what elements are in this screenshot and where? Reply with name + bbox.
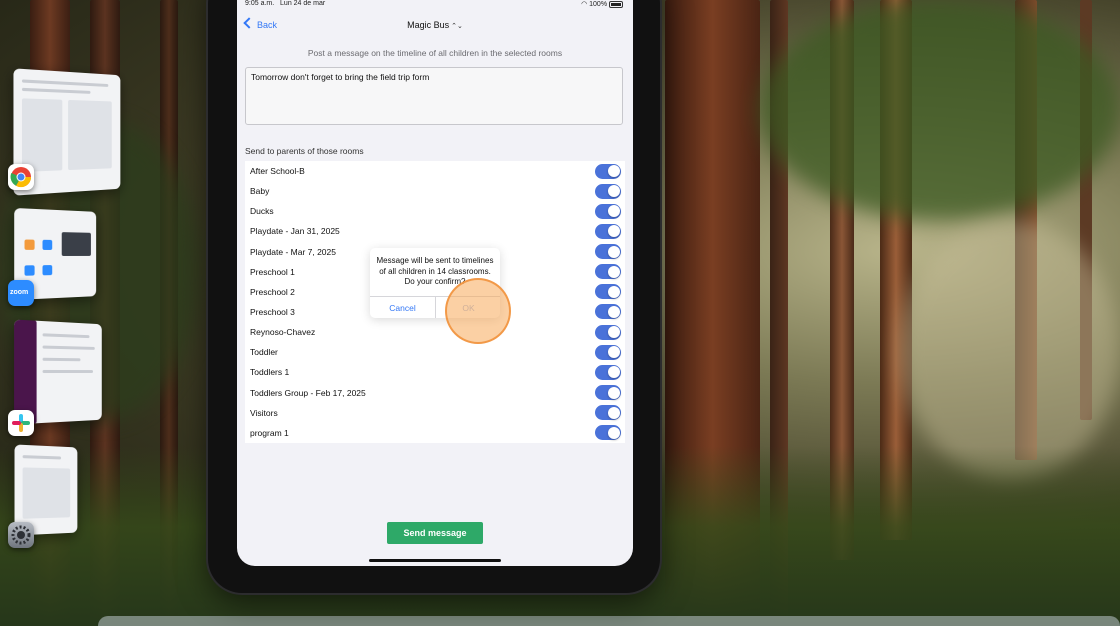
- room-toggle[interactable]: [595, 244, 621, 260]
- dock: [98, 616, 1120, 626]
- list-item: Visitors: [245, 403, 625, 423]
- list-item: program 1: [245, 423, 625, 443]
- cancel-button[interactable]: Cancel: [370, 296, 435, 318]
- zoom-icon[interactable]: zoom: [8, 280, 34, 306]
- room-label: Playdate - Jan 31, 2025: [250, 226, 340, 237]
- list-item: Baby: [245, 181, 625, 201]
- wifi-icon: ◠: [581, 1, 588, 8]
- message-textarea[interactable]: Tomorrow don't forget to bring the field…: [245, 67, 623, 125]
- list-item: Reynoso-Chavez: [245, 322, 625, 342]
- room-toggle[interactable]: [595, 425, 621, 441]
- room-toggle[interactable]: [595, 163, 621, 179]
- room-label: Playdate - Mar 7, 2025: [250, 246, 336, 257]
- stage-window-slack[interactable]: [14, 319, 102, 425]
- battery-icon: [609, 0, 623, 8]
- slack-icon[interactable]: [8, 410, 34, 436]
- room-toggle[interactable]: [595, 344, 621, 360]
- settings-icon[interactable]: [8, 522, 34, 548]
- room-toggle[interactable]: [595, 304, 621, 320]
- room-label: After School-B: [250, 166, 305, 176]
- list-item: Toddlers 1: [245, 362, 625, 382]
- zoom-label: zoom: [10, 289, 29, 296]
- home-indicator[interactable]: [369, 559, 501, 562]
- room-toggle[interactable]: [595, 324, 621, 340]
- nav-title[interactable]: Magic Bus ⌃⌄: [237, 20, 633, 30]
- list-item: Ducks: [245, 201, 625, 221]
- room-label: Toddler: [250, 347, 278, 358]
- room-label: Baby: [250, 186, 270, 197]
- send-message-button[interactable]: Send message: [387, 522, 483, 544]
- room-toggle[interactable]: [595, 264, 621, 280]
- room-label: Reynoso-Chavez: [250, 327, 316, 338]
- room-label: Preschool 3: [250, 306, 295, 317]
- list-item: Playdate - Jan 31, 2025: [245, 221, 625, 241]
- list-item: Toddler: [245, 342, 625, 362]
- nav-bar: Back Magic Bus ⌃⌄: [237, 16, 633, 44]
- list-item: After School-B: [245, 161, 625, 181]
- room-label: Preschool 1: [250, 266, 295, 277]
- tap-indicator: [445, 278, 511, 344]
- room-toggle[interactable]: [595, 284, 621, 300]
- room-toggle[interactable]: [595, 223, 621, 239]
- room-toggle[interactable]: [595, 385, 621, 401]
- status-right: ◠ 100%: [581, 0, 623, 8]
- status-time: 9:05 a.m. Lun 24 de mar: [245, 0, 326, 7]
- form-subtitle: Post a message on the timeline of all ch…: [307, 48, 563, 58]
- chrome-icon[interactable]: [8, 164, 34, 190]
- room-label: Toddlers Group - Feb 17, 2025: [250, 387, 366, 398]
- room-toggle[interactable]: [595, 183, 621, 199]
- status-bar: 9:05 a.m. Lun 24 de mar ◠ 100%: [245, 0, 623, 12]
- list-item: Toddlers Group - Feb 17, 2025: [245, 383, 625, 403]
- room-toggle[interactable]: [595, 203, 621, 219]
- room-label: Ducks: [250, 206, 274, 217]
- room-label: Visitors: [250, 407, 278, 418]
- room-label: Toddlers 1: [250, 367, 290, 378]
- chevron-up-down-icon: ⌃⌄: [451, 23, 463, 30]
- room-label: program 1: [250, 427, 289, 438]
- room-toggle[interactable]: [595, 364, 621, 380]
- room-toggle[interactable]: [595, 405, 621, 421]
- section-label: Send to parents of those rooms: [245, 146, 364, 156]
- room-label: Preschool 2: [250, 286, 295, 297]
